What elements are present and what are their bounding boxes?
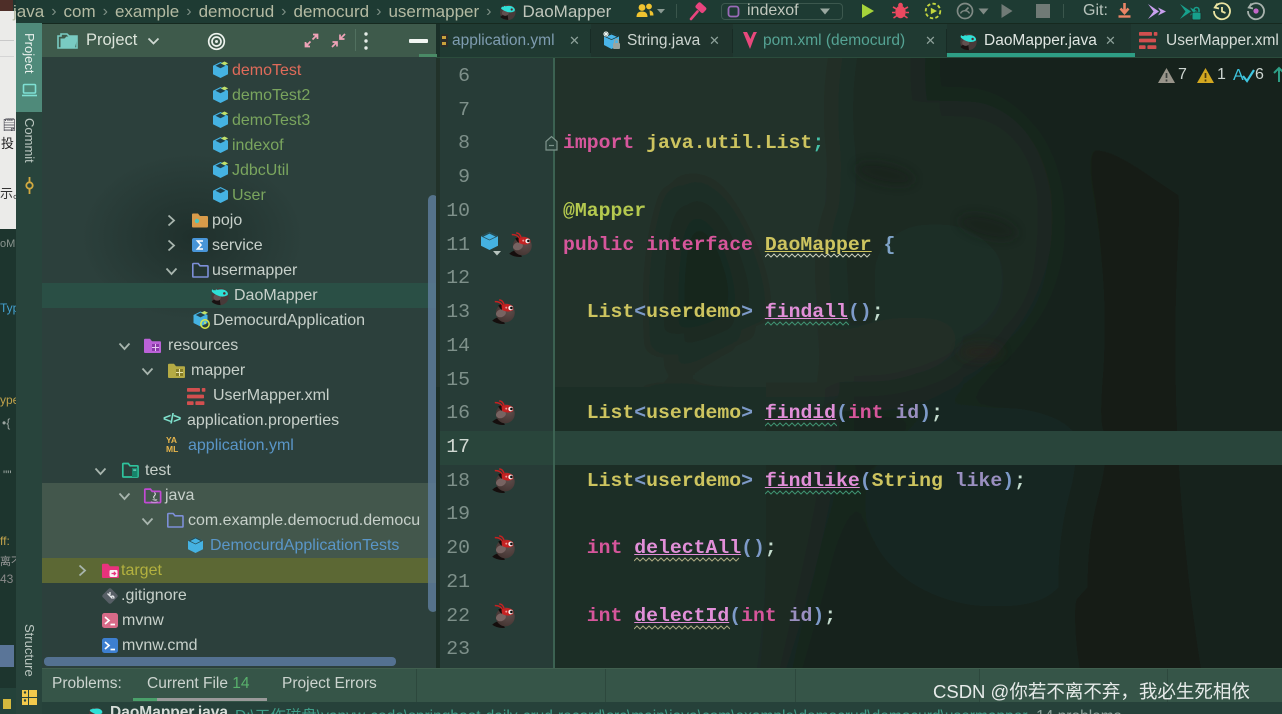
- svg-text:A: A: [1233, 67, 1244, 84]
